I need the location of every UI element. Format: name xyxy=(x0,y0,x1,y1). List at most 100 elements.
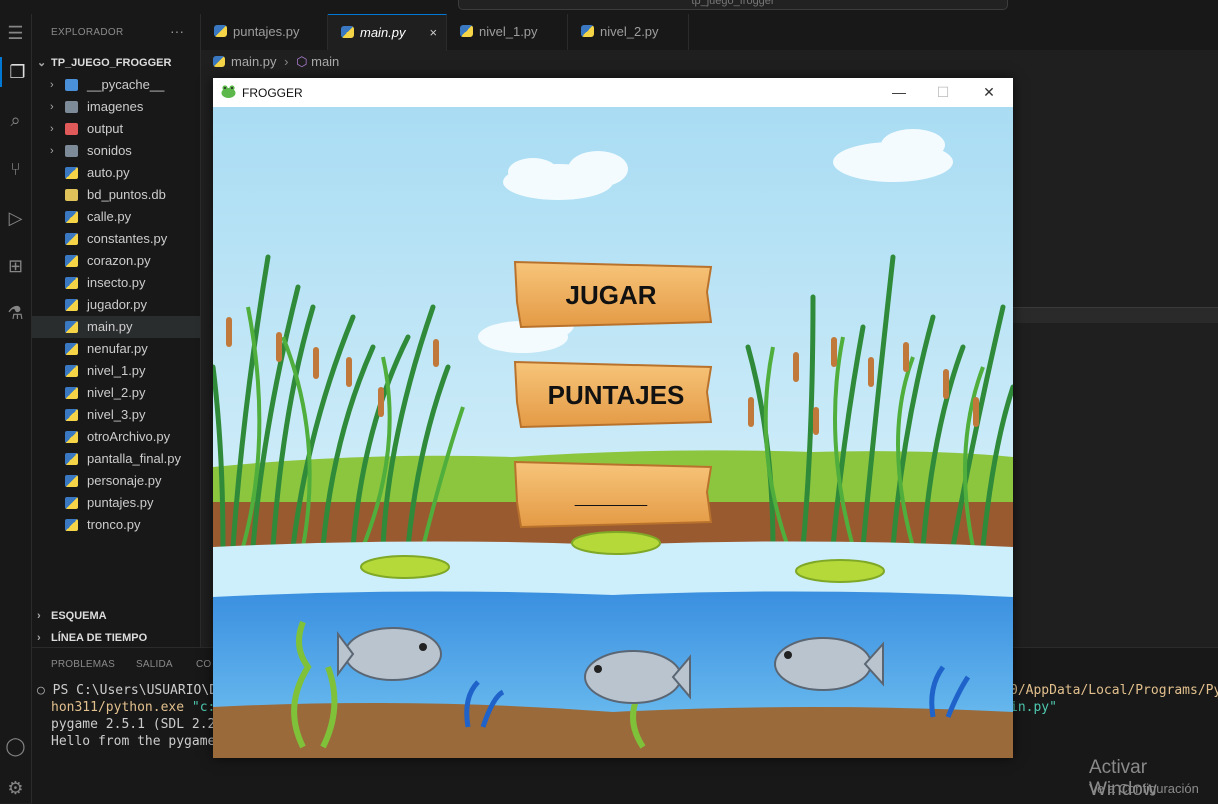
terminal-line-2: hon311/python.exe "c: xyxy=(51,700,216,715)
database-file-icon xyxy=(65,189,78,201)
python-file-icon xyxy=(65,409,78,421)
chevron-right-icon: › xyxy=(50,101,54,113)
account-icon[interactable]: ◯ xyxy=(0,731,31,761)
minimize-button[interactable]: — xyxy=(877,82,921,102)
tree-item-label: pantalla_final.py xyxy=(87,451,181,466)
tree-item-label: nivel_2.py xyxy=(87,385,146,400)
third-button[interactable]: _____ xyxy=(513,460,713,529)
python-file-icon xyxy=(581,25,594,37)
timeline-section[interactable]: › LÍNEA DE TIEMPO xyxy=(32,627,200,649)
python-file-icon xyxy=(65,365,78,377)
tree-file[interactable]: pantalla_final.py xyxy=(32,448,200,470)
tree-file[interactable]: nivel_2.py xyxy=(32,382,200,404)
tree-folder[interactable]: › imagenes xyxy=(32,96,200,118)
tree-file[interactable]: tronco.py xyxy=(32,514,200,536)
activity-bar: ☰ ❐ ⌕ ⑂ ▷ ⊞ ⚗ ◯ ⚙ xyxy=(0,0,32,803)
tree-file[interactable]: jugador.py xyxy=(32,294,200,316)
python-file-icon xyxy=(65,211,78,223)
source-control-icon[interactable]: ⑂ xyxy=(0,154,31,184)
run-debug-icon[interactable]: ▷ xyxy=(0,203,31,233)
folder-icon xyxy=(65,79,78,91)
tree-file[interactable]: nenufar.py xyxy=(32,338,200,360)
chevron-down-icon: ⌄ xyxy=(37,57,47,69)
tree-item-label: nenufar.py xyxy=(87,341,148,356)
tab-output[interactable]: SALIDA xyxy=(136,659,173,670)
workspace-root[interactable]: ⌄ TP_JUEGO_FROGGER xyxy=(32,52,200,74)
tree-item-label: personaje.py xyxy=(87,473,162,488)
maximize-button[interactable]: ☐ xyxy=(921,82,965,102)
tree-item-label: otroArchivo.py xyxy=(87,429,171,444)
chevron-right-icon: › xyxy=(50,145,54,157)
game-canvas[interactable]: JUGAR PUNTAJES _____ xyxy=(213,107,1013,758)
tab-debug-console[interactable]: CO xyxy=(196,659,211,670)
scores-label: PUNTAJES xyxy=(548,380,685,410)
tree-file[interactable]: calle.py xyxy=(32,206,200,228)
play-button[interactable]: JUGAR xyxy=(513,260,713,329)
breadcrumb-symbol[interactable]: main xyxy=(311,54,339,69)
close-button[interactable]: ✕ xyxy=(967,82,1011,102)
search-icon[interactable]: ⌕ xyxy=(0,105,31,135)
tree-file[interactable]: bd_puntos.db xyxy=(32,184,200,206)
testing-icon[interactable]: ⚗ xyxy=(0,298,31,328)
tree-file[interactable]: otroArchivo.py xyxy=(32,426,200,448)
tree-item-label: imagenes xyxy=(87,99,144,114)
terminal-line-2-right: in.py" xyxy=(1010,700,1057,715)
tree-item-label: constantes.py xyxy=(87,231,168,246)
extensions-icon[interactable]: ⊞ xyxy=(0,251,31,281)
tree-file[interactable]: personaje.py xyxy=(32,470,200,492)
tree-file[interactable]: nivel_3.py xyxy=(32,404,200,426)
breadcrumb-file[interactable]: main.py xyxy=(231,54,277,69)
python-file-icon xyxy=(65,519,78,531)
terminal-line-4: Hello from the pygame xyxy=(51,734,216,749)
tree-file[interactable]: main.py xyxy=(32,316,200,338)
frogger-titlebar[interactable]: FROGGER — ☐ ✕ xyxy=(213,78,1013,107)
chevron-right-icon: › xyxy=(37,632,41,644)
frogger-window-title: FROGGER xyxy=(242,86,303,100)
tree-file[interactable]: constantes.py xyxy=(32,228,200,250)
tree-file[interactable]: insecto.py xyxy=(32,272,200,294)
file-tree: ⌄ TP_JUEGO_FROGGER › __pycache__ › imagenes… xyxy=(32,52,200,536)
scores-button[interactable]: PUNTAJES xyxy=(513,360,713,429)
chevron-right-icon: › xyxy=(284,54,289,69)
chevron-right-icon: › xyxy=(50,123,54,135)
close-tab-icon[interactable]: × xyxy=(430,25,438,40)
tab-nivel-2[interactable]: nivel_2.py xyxy=(568,14,689,50)
outline-section[interactable]: › ESQUEMA xyxy=(32,605,200,627)
third-label: _____ xyxy=(574,479,648,509)
chevron-right-icon: › xyxy=(50,79,54,91)
tree-folder[interactable]: › sonidos xyxy=(32,140,200,162)
explorer-icon[interactable]: ❐ xyxy=(0,57,33,87)
tab-puntajes[interactable]: puntajes.py xyxy=(201,14,328,50)
terminal-line-3: pygame 2.5.1 (SDL 2.2 xyxy=(51,717,216,732)
tree-folder[interactable]: › output xyxy=(32,118,200,140)
tree-item-label: calle.py xyxy=(87,209,132,224)
python-file-icon xyxy=(65,321,78,333)
settings-gear-icon[interactable]: ⚙ xyxy=(0,773,31,803)
tree-item-label: jugador.py xyxy=(87,297,147,312)
activate-windows-hint: Ve a Configuración xyxy=(1089,781,1199,796)
terminal-line-1: ○ PS C:\Users\USUARIO\D xyxy=(37,683,218,698)
menu-icon[interactable]: ☰ xyxy=(0,18,31,48)
tree-item-label: puntajes.py xyxy=(87,495,154,510)
command-center-search[interactable]: tp_juego_frogger xyxy=(458,0,1008,10)
tree-file[interactable]: auto.py xyxy=(32,162,200,184)
tree-item-label: bd_puntos.db xyxy=(87,187,166,202)
tree-file[interactable]: puntajes.py xyxy=(32,492,200,514)
more-actions-icon[interactable]: ··· xyxy=(170,23,184,39)
tab-main[interactable]: main.py × xyxy=(328,14,447,51)
folder-icon xyxy=(65,123,78,135)
tree-file[interactable]: nivel_1.py xyxy=(32,360,200,382)
python-file-icon xyxy=(213,56,225,67)
tab-nivel-1[interactable]: nivel_1.py xyxy=(447,14,568,50)
tree-item-label: tronco.py xyxy=(87,517,141,532)
tab-problems[interactable]: PROBLEMAS xyxy=(51,659,115,670)
tree-file[interactable]: corazon.py xyxy=(32,250,200,272)
python-file-icon xyxy=(460,25,473,37)
tree-folder[interactable]: › __pycache__ xyxy=(32,74,200,96)
python-file-icon xyxy=(65,453,78,465)
tree-item-label: output xyxy=(87,121,124,136)
python-file-icon xyxy=(65,431,78,443)
python-file-icon xyxy=(65,387,78,399)
pond-scene: JUGAR PUNTAJES _____ xyxy=(213,107,1013,758)
python-file-icon xyxy=(65,167,78,179)
